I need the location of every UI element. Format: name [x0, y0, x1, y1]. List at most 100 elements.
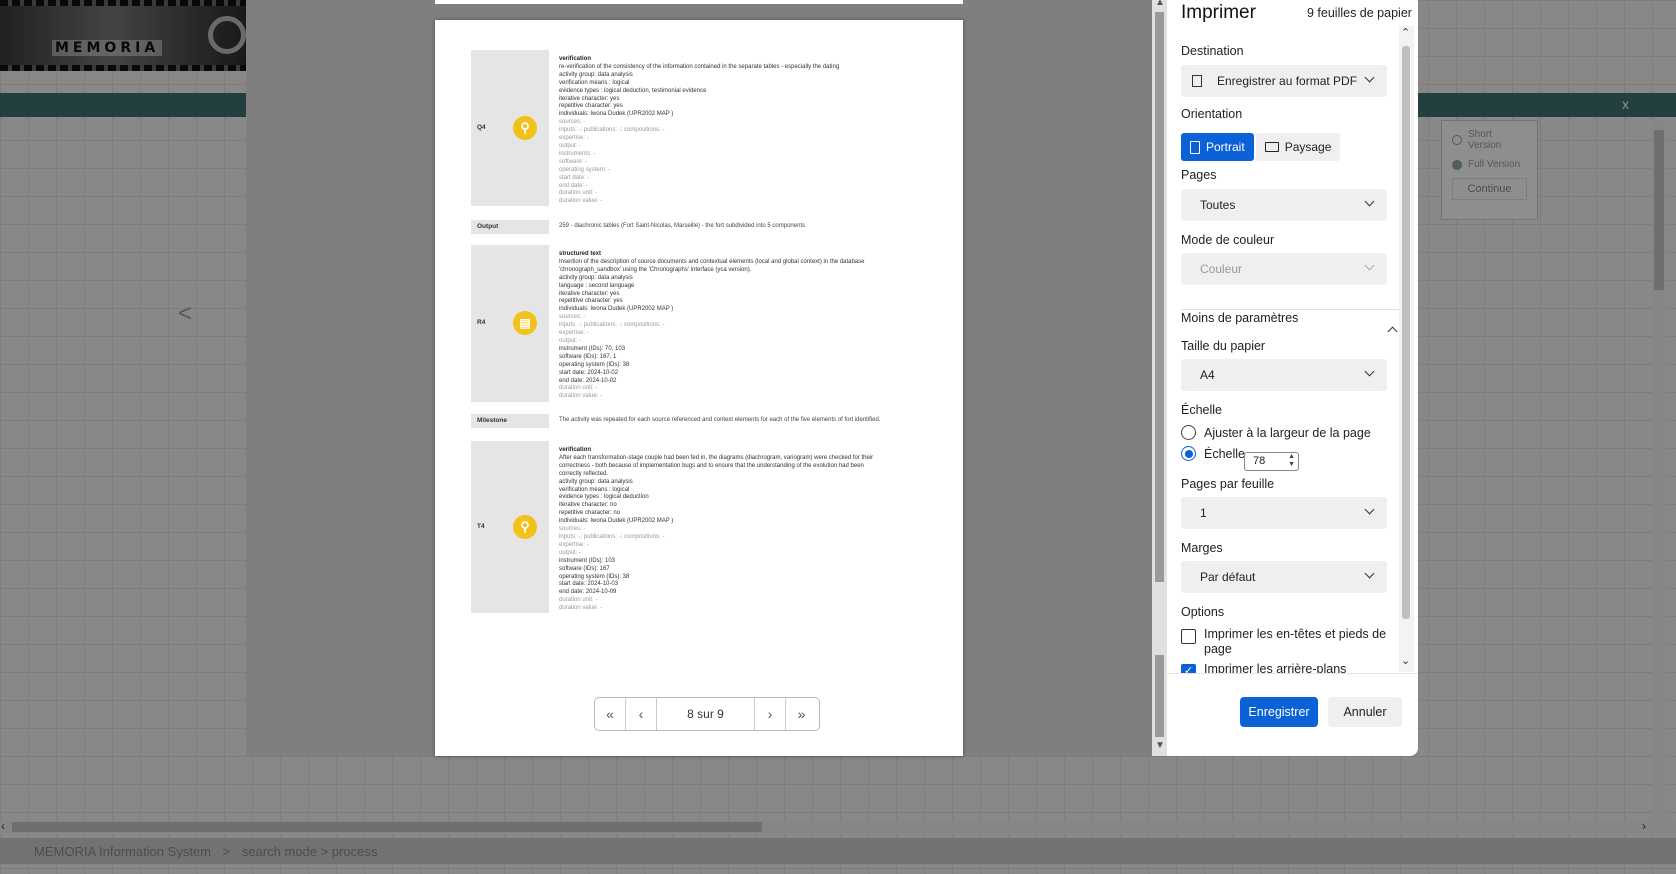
backgrounds-option[interactable]: ✓ Imprimer les arrière-plans	[1181, 662, 1391, 673]
block-desc: re-verification of the consistency of th…	[559, 63, 840, 70]
detail-line: inputs: -; publications: -; compositions…	[559, 322, 665, 329]
detail-line: end date: -	[559, 182, 588, 189]
fit-width-option[interactable]: Ajuster à la largeur de la page	[1181, 425, 1371, 440]
block-label: Q4 ⚲	[471, 50, 549, 206]
scroll-up-icon[interactable]: ⌃	[1401, 26, 1410, 39]
scroll-thumb[interactable]	[1402, 46, 1410, 619]
pages-label: Pages	[1181, 168, 1217, 182]
first-page-button[interactable]: «	[595, 698, 626, 730]
detail-line: duration unit: -	[559, 385, 598, 392]
prev-page-button[interactable]: ‹	[626, 698, 657, 730]
paper-size-select[interactable]: A4	[1181, 359, 1387, 391]
pages-select[interactable]: Toutes	[1181, 189, 1387, 221]
block-desc: 'chronograph_sandbox' using the 'Chronog…	[559, 266, 752, 273]
row-label: Milestone	[471, 414, 549, 428]
row-label: Output	[471, 220, 549, 234]
detail-line: duration unit: -	[559, 190, 598, 197]
scroll-down-icon[interactable]: ▼	[1155, 740, 1165, 751]
custom-scale-label: Échelle	[1204, 446, 1245, 461]
block-heading: verification	[559, 56, 592, 62]
detail-line: iterative character: yes	[559, 290, 620, 297]
detail-line: duration value: -	[559, 393, 603, 400]
headers-footers-checkbox[interactable]	[1181, 629, 1196, 644]
margins-label: Marges	[1181, 541, 1223, 555]
scroll-down-icon[interactable]: ⌄	[1401, 654, 1410, 667]
file-icon	[1192, 75, 1202, 87]
pages-value: Toutes	[1200, 198, 1236, 212]
portrait-button[interactable]: Portrait	[1181, 133, 1254, 161]
detail-line: operating system: -	[559, 166, 611, 173]
detail-line: individuals: Iwona Dudek (UPR2002 MAP )	[559, 111, 674, 118]
next-page-button[interactable]: ›	[755, 698, 786, 730]
page-navigator: « ‹ 8 sur 9 › »	[594, 697, 820, 731]
custom-scale-option[interactable]: Échelle	[1181, 446, 1245, 461]
activity-block-q4: Q4 ⚲ verification re-verification of the…	[471, 50, 941, 206]
row-code: Milestone	[477, 417, 507, 424]
detail-line: verification means : logical	[559, 486, 630, 493]
scroll-thumb[interactable]	[1155, 12, 1164, 582]
chevron-up-icon[interactable]	[1387, 326, 1398, 337]
detail-line: software: -	[559, 158, 588, 165]
chevron-down-icon	[1364, 196, 1375, 207]
headers-footers-option[interactable]: Imprimer les en-têtes et pieds de page	[1181, 627, 1391, 657]
scroll-thumb-lower[interactable]	[1155, 655, 1164, 737]
detail-line: software (IDs): 167, 1	[559, 353, 617, 360]
settings-scrollbar[interactable]: ⌃ ⌄	[1399, 26, 1414, 672]
block-desc: Insertion of the description of source d…	[559, 258, 865, 265]
row-text: The activity was repeated for each sourc…	[559, 417, 881, 423]
detail-line: operating system (IDs): 38	[559, 573, 630, 580]
orientation-toggle: Portrait Paysage	[1181, 133, 1341, 161]
options-list: Imprimer les en-têtes et pieds de page ✓…	[1167, 620, 1403, 673]
page-indicator: 8 sur 9	[657, 698, 755, 730]
block-code: Q4	[477, 124, 486, 131]
options-label: Options	[1181, 605, 1225, 619]
detail-line: output: -	[559, 142, 582, 149]
lightbulb-icon: ⚲	[513, 116, 537, 140]
detail-line: iterative character: yes	[559, 95, 620, 102]
detail-line: evidence types : logical deduction	[559, 494, 649, 501]
orientation-label: Orientation	[1181, 107, 1243, 121]
detail-line: duration value: -	[559, 198, 603, 205]
chevron-down-icon	[1364, 260, 1375, 271]
block-text: verification re-verification of the cons…	[559, 56, 929, 206]
detail-line: expertise: -	[559, 330, 589, 337]
destination-label: Destination	[1181, 44, 1244, 58]
detail-line: inputs: -; publications: -; compositions…	[559, 533, 665, 540]
paper-size-value: A4	[1200, 368, 1215, 382]
destination-select[interactable]: Enregistrer au format PDF	[1181, 65, 1387, 97]
cancel-button[interactable]: Annuler	[1328, 697, 1402, 727]
destination-value: Enregistrer au format PDF	[1217, 74, 1358, 88]
detail-line: start date: 2024-10-02	[559, 369, 619, 376]
scale-input[interactable]: 78 ▲ ▼	[1244, 452, 1299, 471]
detail-line: repetitive character: yes	[559, 103, 623, 110]
block-label: R4 ▤	[471, 245, 549, 402]
backgrounds-checkbox[interactable]: ✓	[1181, 664, 1196, 673]
activity-block-r4: R4 ▤ structured text Insertion of the de…	[471, 245, 941, 402]
fewer-settings-toggle[interactable]: Moins de paramètres	[1181, 311, 1298, 325]
fit-width-label: Ajuster à la largeur de la page	[1204, 425, 1371, 440]
detail-line: inputs: -; publications: -; compositions…	[559, 127, 665, 134]
detail-line: instruments: -	[559, 150, 596, 157]
scroll-up-icon[interactable]: ▲	[1155, 0, 1165, 8]
landscape-button[interactable]: Paysage	[1255, 133, 1341, 161]
paper-size-label: Taille du papier	[1181, 339, 1266, 353]
fit-width-radio[interactable]	[1181, 425, 1196, 440]
last-page-button[interactable]: »	[786, 698, 817, 730]
save-button[interactable]: Enregistrer	[1240, 697, 1318, 727]
previous-page-edge	[435, 0, 963, 4]
detail-line: activity group: data analysis	[559, 478, 633, 485]
detail-line: verification means : logical	[559, 79, 630, 86]
preview-scrollbar[interactable]: ▲ ▼	[1152, 0, 1167, 756]
stepper-icon[interactable]: ▲ ▼	[1288, 453, 1295, 469]
detail-line: iterative character: no	[559, 502, 617, 509]
custom-scale-radio[interactable]	[1181, 446, 1196, 461]
block-text: structured text Insertion of the descrip…	[559, 251, 929, 401]
panel-footer-divider	[1167, 673, 1418, 674]
margins-select[interactable]: Par défaut	[1181, 561, 1387, 593]
chevron-down-icon	[1364, 504, 1375, 515]
detail-line: sources: -	[559, 119, 586, 126]
detail-line: activity group: data analysis	[559, 274, 633, 281]
pages-per-sheet-value: 1	[1200, 506, 1207, 520]
pages-per-sheet-select[interactable]: 1	[1181, 497, 1387, 529]
landscape-label: Paysage	[1284, 140, 1332, 154]
